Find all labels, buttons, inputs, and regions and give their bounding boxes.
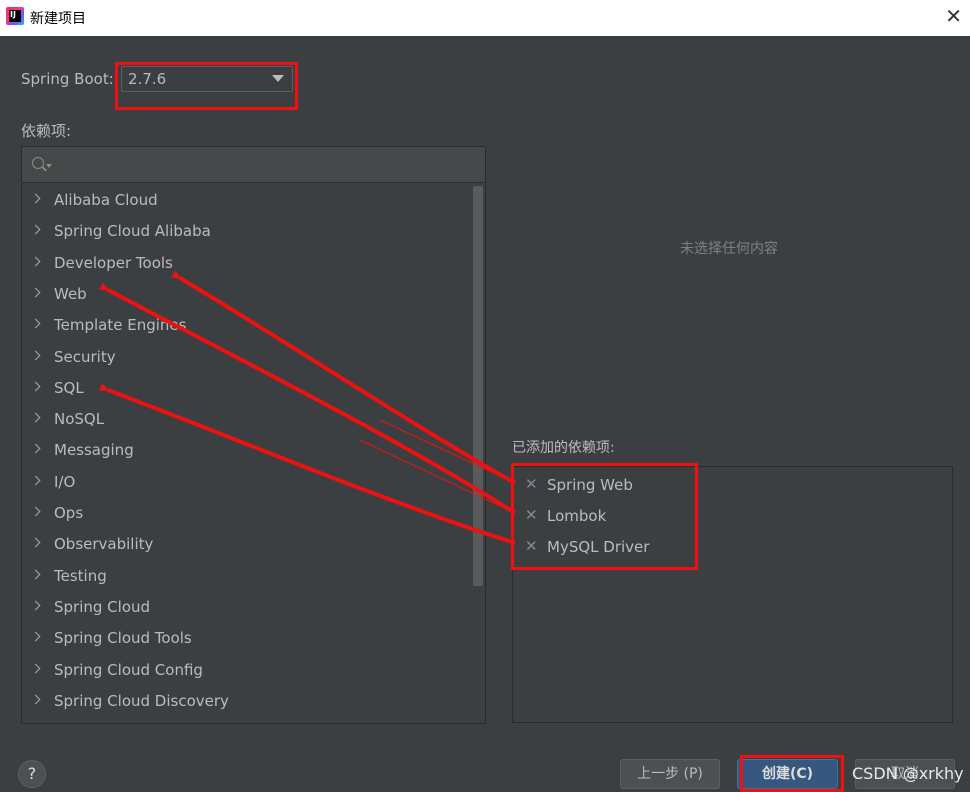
- arrow-thin-2: [359, 439, 516, 514]
- annotation-box-create: [740, 755, 844, 792]
- watermark: CSDN @xrkhy: [852, 764, 964, 783]
- previous-button[interactable]: 上一步 (P): [620, 759, 720, 789]
- arrow-to-developer-tools: [171, 270, 516, 485]
- help-button[interactable]: ?: [18, 760, 46, 788]
- arrow-to-sql: [99, 383, 516, 545]
- arrow-to-web: [99, 282, 517, 515]
- annotation-arrows: [99, 270, 517, 545]
